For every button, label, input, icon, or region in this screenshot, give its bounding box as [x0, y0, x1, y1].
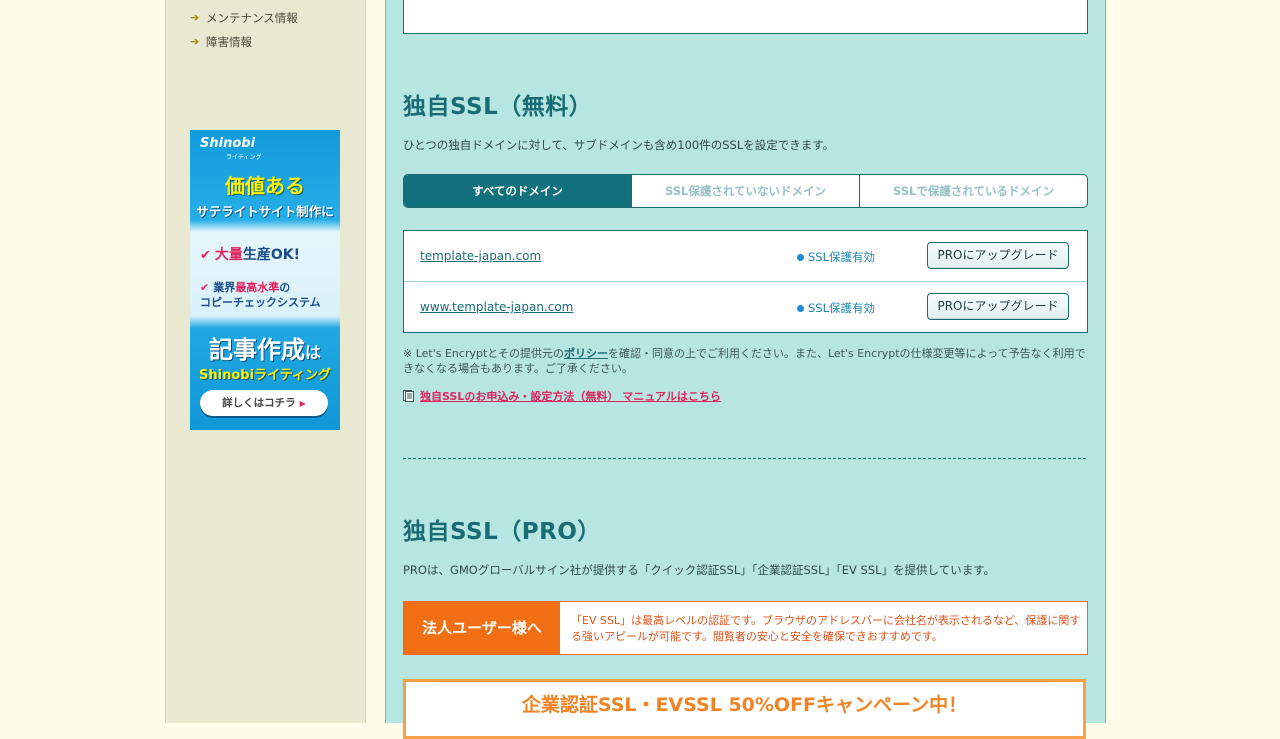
previous-section-box	[403, 0, 1088, 34]
check-icon: ✔	[200, 281, 210, 294]
ssl-status-label: SSL保護有効	[808, 250, 876, 264]
list-item: www.template-japan.com SSL保護有効 PROにアップグレ…	[404, 281, 1087, 332]
banner-main-a: 記事作成	[208, 336, 305, 364]
manual-link-row: 独自SSLのお申込み・設定方法（無料） マニュアルはこちら	[403, 388, 721, 404]
ssl-status-label: SSL保護有効	[808, 301, 876, 315]
banner-point-1b: 生産OK!	[242, 247, 301, 263]
sidebar-item-incidents[interactable]: ➔ 障害情報	[190, 35, 252, 49]
banner-main: 記事作成は	[190, 330, 340, 365]
sidebar-item-maintenance[interactable]: ➔ メンテナンス情報	[190, 11, 298, 25]
ssl-status: SSL保護有効	[797, 300, 875, 316]
shinobi-writing-banner[interactable]: Shinobi ライティング 価値ある サテライトサイト制作に ✔ 大量生産OK!…	[190, 130, 340, 430]
corporate-callout: 法人ユーザー様へ 「EV SSL」は最高レベルの認証です。ブラウザのアドレスバー…	[403, 601, 1088, 655]
banner-main-b: は	[304, 343, 321, 362]
ssl-status: SSL保護有効	[797, 249, 875, 265]
banner-service: Shinobiライティング	[199, 368, 331, 383]
manual-link[interactable]: 独自SSLのお申込み・設定方法（無料） マニュアルはこちら	[420, 388, 721, 404]
ssl-free-title: 独自SSL（無料）	[403, 94, 593, 120]
domain-list: template-japan.com SSL保護有効 PROにアップグレード w…	[403, 230, 1088, 333]
status-dot-icon	[797, 253, 804, 261]
banner-point-1a: 大量	[214, 247, 243, 263]
policy-link[interactable]: ポリシー	[564, 347, 608, 360]
upgrade-pro-button[interactable]: PROにアップグレード	[927, 293, 1069, 320]
section-divider	[403, 458, 1086, 459]
upgrade-pro-button[interactable]: PROにアップグレード	[927, 242, 1069, 269]
banner-point-1: ✔ 大量生産OK!	[200, 244, 300, 264]
triangle-right-icon: ▶	[299, 399, 306, 408]
banner-point-2c: の	[279, 281, 291, 294]
ssl-pro-description: PROは、GMOグローバルサイン社が提供する「クイック認証SSL」「企業認証SS…	[403, 563, 996, 577]
arrow-right-icon: ➔	[190, 35, 200, 48]
banner-logo-sub: ライティング	[226, 154, 262, 161]
check-icon: ✔	[200, 248, 211, 263]
document-icon	[403, 390, 414, 402]
banner-point-2b: 最高水準	[235, 281, 280, 294]
banner-button-label: 詳しくはコチラ	[222, 397, 296, 409]
note-text-pre: ※ Let's Encryptとその提供元の	[403, 347, 564, 360]
domain-link[interactable]: template-japan.com	[420, 249, 541, 263]
ssl-pro-title: 独自SSL（PRO）	[403, 519, 601, 545]
banner-point-2d: コピーチェックシステム	[200, 296, 321, 309]
banner-subheadline: サテライトサイト制作に	[196, 204, 334, 219]
lets-encrypt-note: ※ Let's Encryptとその提供元のポリシーを確認・同意の上でご利用くだ…	[403, 346, 1086, 376]
sidebar: ➔ メンテナンス情報 ➔ 障害情報 Shinobi ライティング 価値ある サテ…	[165, 0, 366, 723]
campaign-title: 企業認証SSL・EVSSL 50%OFFキャンペーン中！	[521, 694, 968, 716]
main-panel: 独自SSL（無料） ひとつの独自ドメインに対して、サブドメインも含め100件のS…	[385, 0, 1106, 739]
tab-unprotected-domains[interactable]: SSL保護されていないドメイン	[631, 175, 859, 207]
ssl-free-description: ひとつの独自ドメインに対して、サブドメインも含め100件のSSLを設定できます。	[403, 138, 835, 152]
banner-point-2: ✔ 業界最高水準の コピーチェックシステム	[200, 280, 321, 310]
callout-text: 「EV SSL」は最高レベルの認証です。ブラウザのアドレスバーに会社名が表示され…	[571, 614, 1081, 643]
campaign-box: 企業認証SSL・EVSSL 50%OFFキャンペーン中！	[403, 679, 1086, 739]
status-dot-icon	[797, 304, 804, 312]
domain-filter-tabs: すべてのドメイン SSL保護されていないドメイン SSLで保護されているドメイン	[403, 174, 1088, 208]
tab-protected-domains[interactable]: SSLで保護されているドメイン	[859, 175, 1087, 207]
callout-label: 法人ユーザー様へ	[404, 602, 560, 654]
list-item: template-japan.com SSL保護有効 PROにアップグレード	[404, 231, 1087, 281]
sidebar-item-label: 障害情報	[206, 35, 252, 49]
banner-details-button[interactable]: 詳しくはコチラ ▶	[200, 390, 328, 416]
banner-logo: Shinobi	[200, 136, 256, 151]
arrow-right-icon: ➔	[190, 11, 200, 24]
banner-point-2a: 業界	[213, 281, 236, 294]
domain-link[interactable]: www.template-japan.com	[420, 300, 573, 314]
tab-all-domains[interactable]: すべてのドメイン	[404, 175, 631, 207]
sidebar-item-label: メンテナンス情報	[206, 11, 298, 25]
banner-headline: 価値ある	[225, 174, 305, 198]
